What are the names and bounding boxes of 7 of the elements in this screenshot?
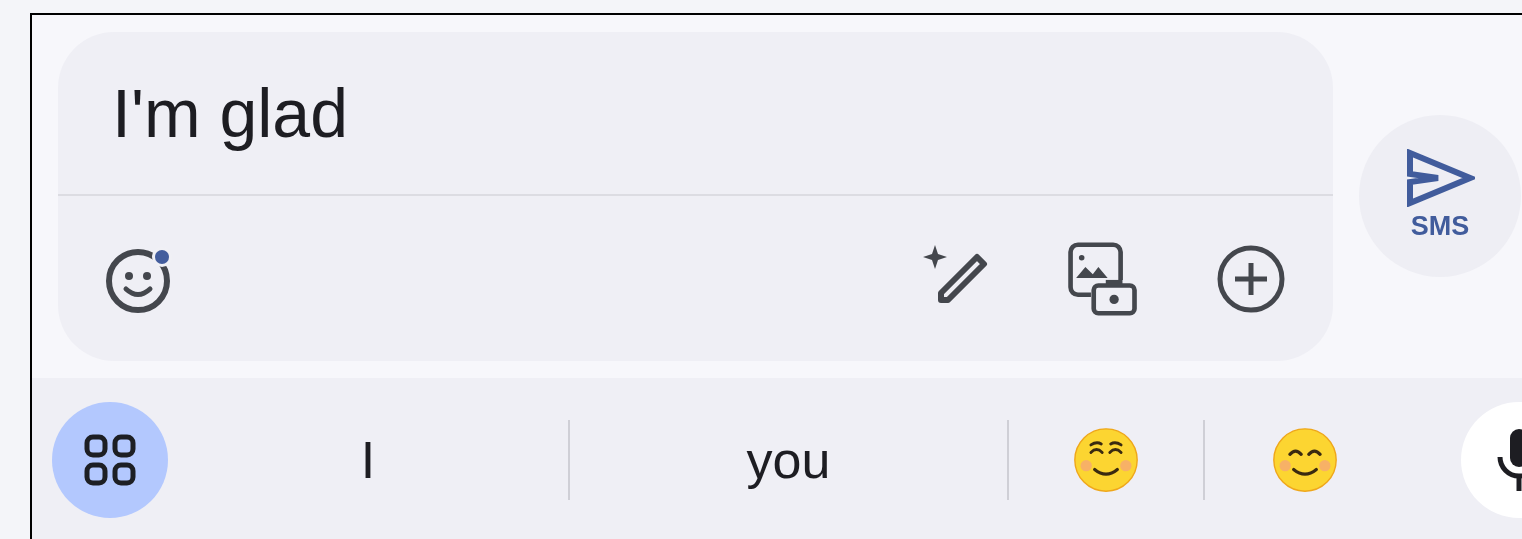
send-sms-button[interactable]: SMS [1359, 114, 1521, 277]
suggestion-chip[interactable]: I [168, 378, 568, 539]
message-input-field[interactable]: I'm glad [58, 32, 1333, 196]
smiley-emoji-icon [1072, 425, 1140, 494]
suggestion-chip[interactable]: you [570, 378, 1007, 539]
send-icon [1405, 149, 1475, 207]
smiley-emoji-icon [1271, 425, 1339, 494]
